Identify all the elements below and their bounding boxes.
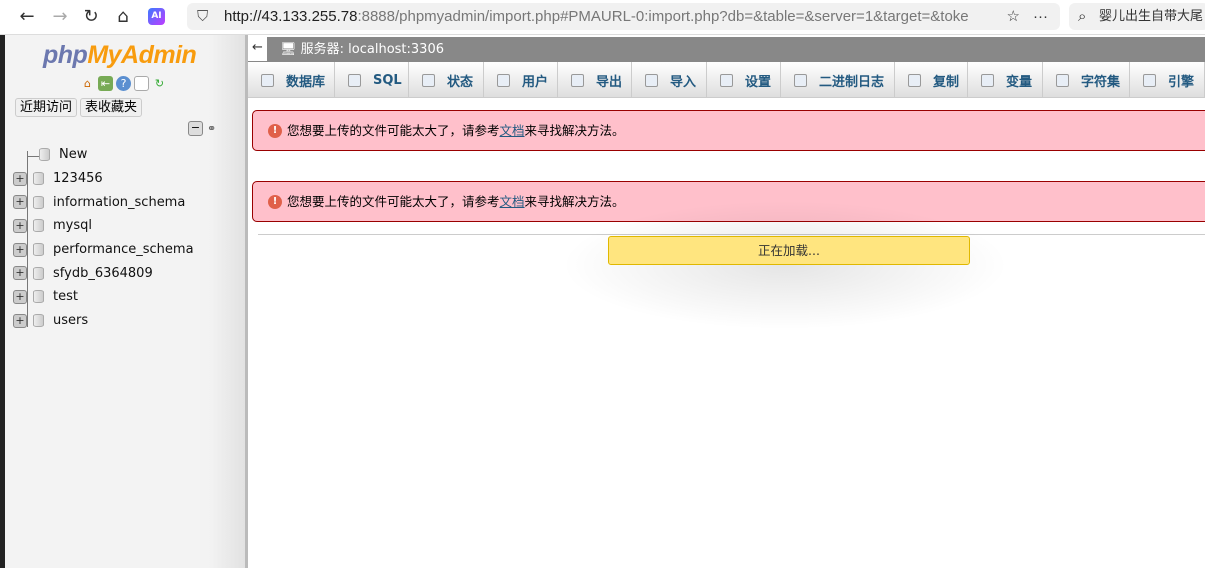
- expand-icon[interactable]: +: [13, 242, 27, 257]
- insecure-shield-icon[interactable]: ⛉: [197, 3, 208, 30]
- tree-item-database[interactable]: + information_schema: [13, 190, 194, 214]
- expand-icon[interactable]: +: [13, 313, 27, 328]
- database-tree: New +123456 + information_schema + mysql +…: [13, 143, 194, 333]
- reload-icon[interactable]: ↻: [80, 6, 102, 28]
- collapse-all-icon[interactable]: −: [188, 121, 203, 136]
- search-box[interactable]: ⌕ 婴儿出生自带大尾: [1069, 3, 1205, 30]
- replication-icon: [908, 73, 921, 87]
- database-icon: [33, 266, 44, 280]
- server-link[interactable]: 🖥 服务器: localhost:3306: [280, 37, 444, 62]
- search-icon: ⌕: [1078, 7, 1087, 25]
- home-icon[interactable]: ⌂: [80, 76, 95, 91]
- database-icon: [33, 290, 44, 304]
- status-icon: [422, 73, 435, 87]
- loading-notification: 正在加载...: [608, 236, 970, 265]
- wrench-icon: [720, 73, 733, 87]
- tree-item-database[interactable]: + sfydb_6364809: [13, 261, 194, 285]
- docs-link[interactable]: 文档: [500, 123, 525, 138]
- browser-toolbar: ← → ↻ ⌂ AI ⛉ http://43.133.255.78:8888/p…: [0, 0, 1205, 35]
- more-icon[interactable]: ···: [1033, 3, 1048, 30]
- tree-item-database[interactable]: + test: [13, 285, 194, 309]
- server-breadcrumb: ← 🖥 服务器: localhost:3306: [248, 37, 1205, 62]
- tab-status[interactable]: 状态: [409, 62, 484, 98]
- tree-item-database[interactable]: +123456: [13, 167, 194, 191]
- tree-item-new[interactable]: New: [13, 143, 194, 167]
- help-icon[interactable]: ?: [116, 76, 131, 91]
- expand-icon[interactable]: +: [13, 289, 27, 304]
- tab-charsets[interactable]: 字符集: [1043, 62, 1130, 98]
- sidebar: phpMyAdmin ⌂ ⇤ ? ↻ 近期访问 表收藏夹 − ⚭ New +12…: [5, 35, 245, 568]
- expand-icon[interactable]: +: [13, 266, 27, 281]
- top-menu: 数据库 SQL 状态 用户 导出 导入 设置 二进制日志 复制 变量 字符集 引…: [248, 62, 1205, 98]
- expand-icon[interactable]: +: [13, 195, 27, 210]
- tab-binary-log[interactable]: 二进制日志: [781, 62, 895, 98]
- star-icon[interactable]: ☆: [1007, 3, 1020, 30]
- refresh-icon[interactable]: ↻: [152, 76, 167, 91]
- back-icon[interactable]: ←: [16, 6, 38, 28]
- binlog-icon: [794, 73, 807, 87]
- tab-sql[interactable]: SQL: [335, 62, 409, 98]
- import-icon: [645, 73, 658, 87]
- address-bar[interactable]: ⛉ http://43.133.255.78:8888/phpmyadmin/i…: [187, 3, 1060, 30]
- export-icon: [571, 73, 584, 87]
- database-icon: [33, 195, 44, 209]
- database-icon: [33, 172, 44, 186]
- database-icon: [33, 243, 44, 257]
- sql-icon: [348, 73, 361, 87]
- tab-users[interactable]: 用户: [484, 62, 558, 98]
- expand-icon[interactable]: +: [13, 171, 27, 186]
- link-icon[interactable]: ⚭: [207, 122, 216, 135]
- error-icon: !: [268, 195, 282, 209]
- tree-item-database[interactable]: + mysql: [13, 214, 194, 238]
- variables-icon: [981, 73, 994, 87]
- docs-icon[interactable]: [134, 76, 149, 91]
- tree-item-database[interactable]: + users: [13, 309, 194, 333]
- tab-import[interactable]: 导入: [632, 62, 707, 98]
- tab-settings[interactable]: 设置: [707, 62, 781, 98]
- tab-replication[interactable]: 复制: [895, 62, 968, 98]
- database-icon: [33, 314, 44, 328]
- engine-icon: [1143, 73, 1156, 87]
- url-path: :8888/phpmyadmin/import.php#PMAURL-0:imp…: [357, 8, 969, 25]
- recent-button[interactable]: 近期访问: [15, 98, 78, 117]
- tab-export[interactable]: 导出: [558, 62, 632, 98]
- ai-extension-icon[interactable]: AI: [148, 8, 165, 25]
- favorites-button[interactable]: 表收藏夹: [80, 98, 143, 117]
- tab-variables[interactable]: 变量: [968, 62, 1043, 98]
- tab-databases[interactable]: 数据库: [248, 62, 335, 98]
- expand-icon[interactable]: +: [13, 218, 27, 233]
- server-icon: 🖥: [280, 42, 297, 57]
- logout-icon[interactable]: ⇤: [98, 76, 113, 91]
- error-message: ! 您想要上传的文件可能太大了，请参考文档来寻找解决方法。: [252, 110, 1205, 151]
- home-icon[interactable]: ⌂: [112, 6, 134, 28]
- sidebar-resizer[interactable]: [245, 35, 248, 568]
- tab-engines[interactable]: 引擎: [1130, 62, 1205, 98]
- users-icon: [497, 73, 510, 87]
- tree-item-database[interactable]: + performance_schema: [13, 238, 194, 262]
- search-text: 婴儿出生自带大尾: [1099, 9, 1204, 24]
- new-database-icon: [39, 148, 50, 162]
- collapse-sidebar-button[interactable]: ←: [248, 37, 267, 61]
- database-icon: [261, 73, 274, 87]
- error-icon: !: [268, 124, 282, 138]
- docs-link[interactable]: 文档: [500, 194, 525, 209]
- database-icon: [33, 219, 44, 233]
- phpmyadmin-logo[interactable]: phpMyAdmin: [43, 41, 197, 70]
- forward-icon[interactable]: →: [49, 6, 71, 28]
- loading-shadow: [560, 200, 1010, 330]
- charset-icon: [1056, 73, 1069, 87]
- url-host: http://43.133.255.78: [224, 8, 358, 25]
